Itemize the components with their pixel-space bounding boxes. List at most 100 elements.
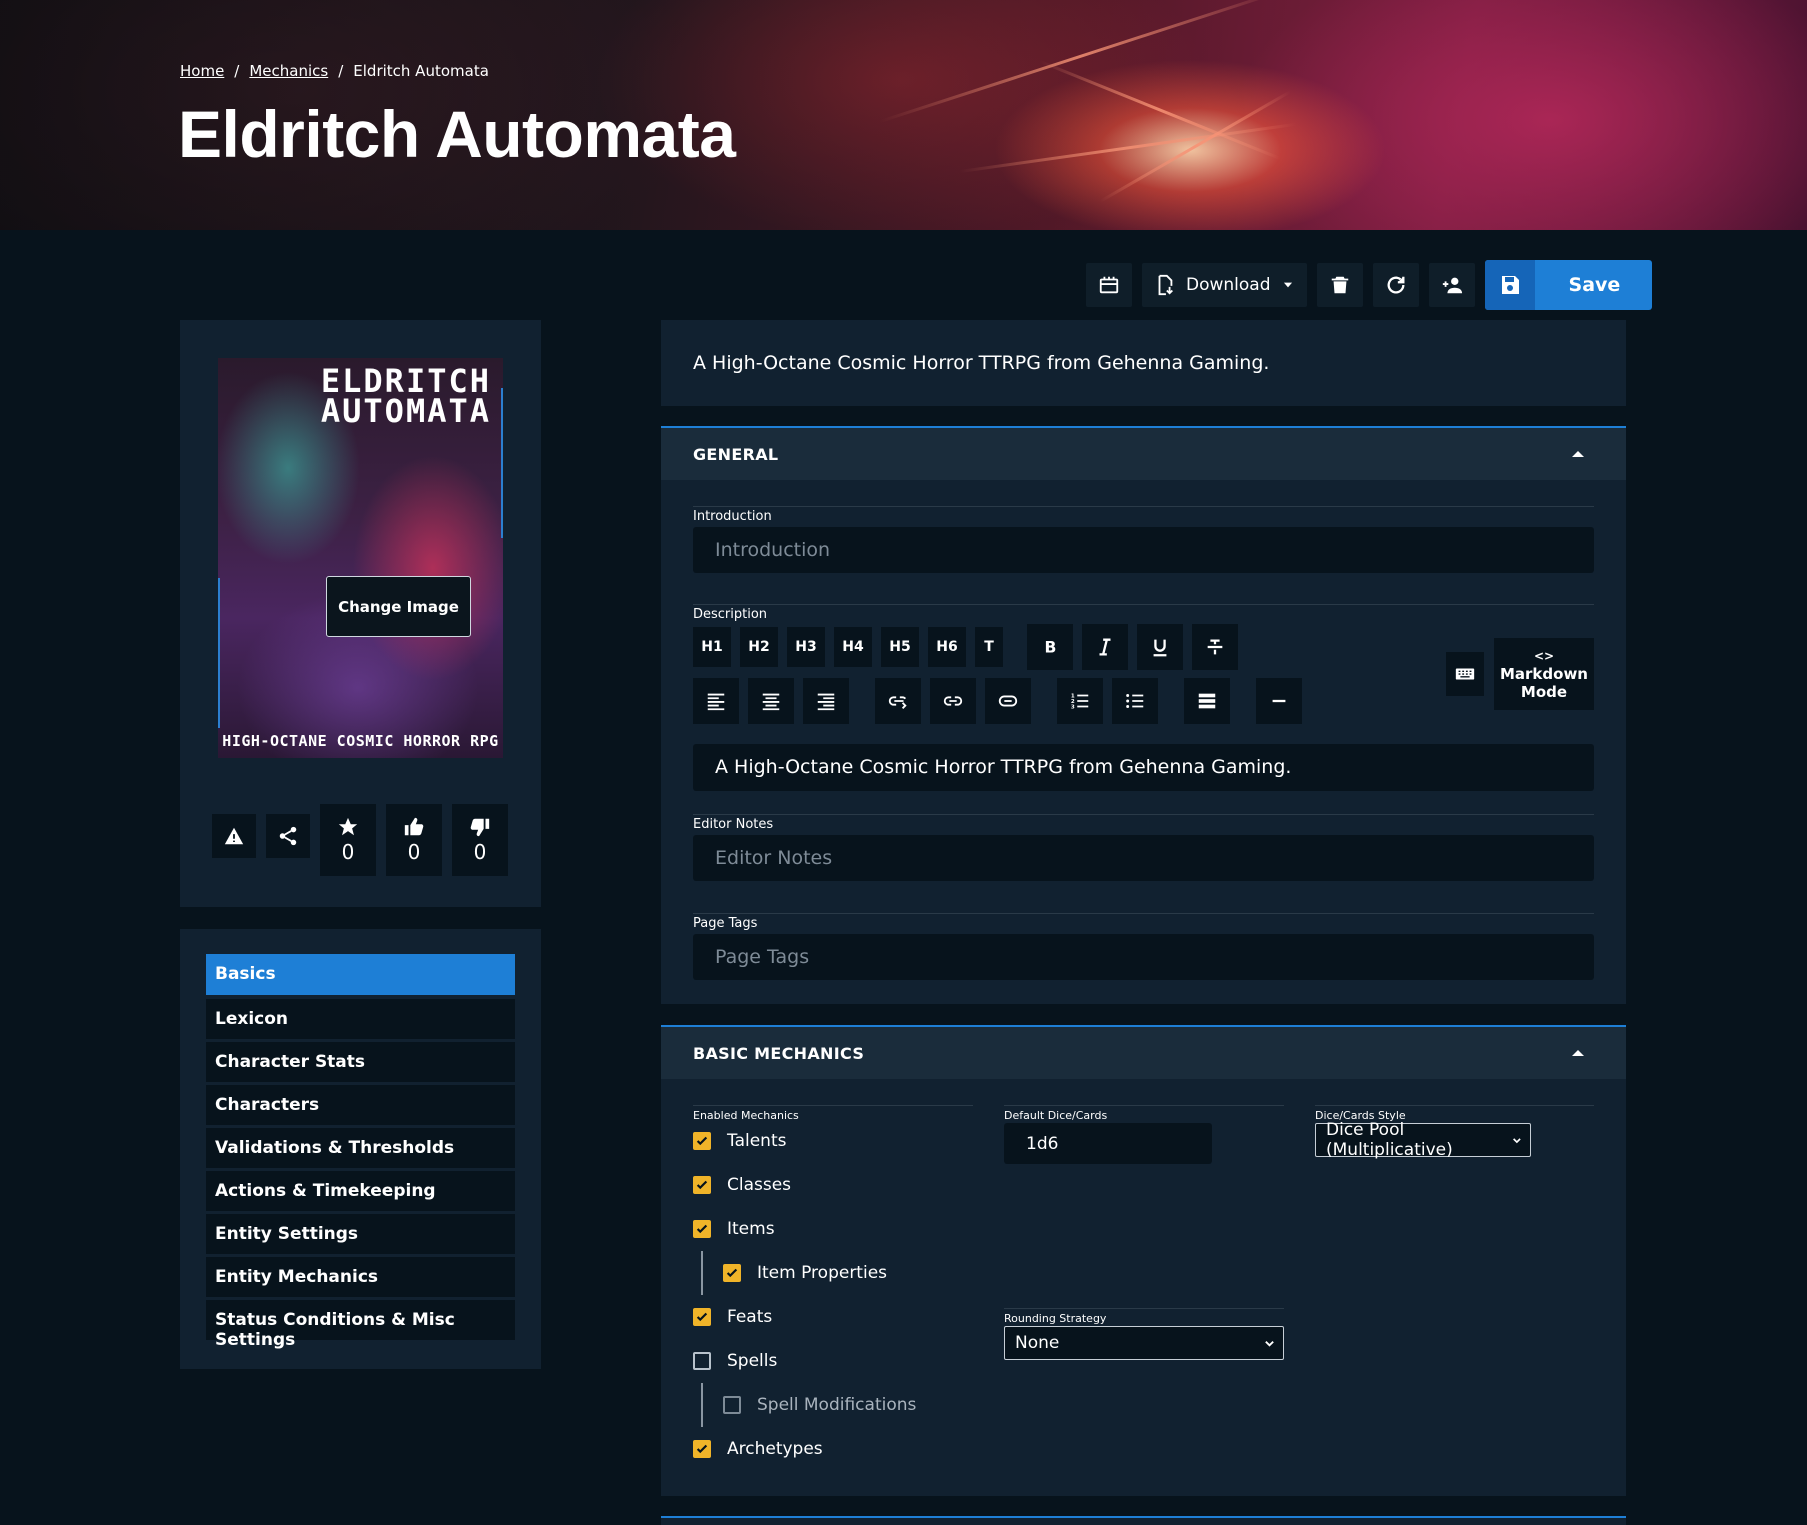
like-button[interactable]: 0 [386, 804, 442, 876]
link-internal-button[interactable] [875, 678, 921, 724]
feats-checkbox-row[interactable]: Feats [693, 1295, 973, 1339]
add-user-icon [1442, 277, 1462, 294]
h5-button[interactable]: H5 [881, 627, 919, 667]
refresh-button[interactable] [1372, 263, 1419, 307]
classes-checkbox-row[interactable]: Classes [693, 1163, 973, 1207]
favorite-button[interactable]: 0 [320, 804, 376, 876]
attachment-button[interactable] [985, 678, 1031, 724]
checkbox-label: Talents [727, 1131, 787, 1151]
summary-text: A High-Octane Cosmic Horror TTRPG from G… [661, 320, 1626, 406]
select-value: None [1015, 1333, 1060, 1353]
align-right-button[interactable] [803, 678, 849, 724]
general-section-header[interactable]: GENERAL [661, 428, 1626, 480]
share-button[interactable] [266, 814, 310, 858]
description-content[interactable]: A High-Octane Cosmic Horror TTRPG from G… [693, 744, 1594, 791]
nav-item-entity-settings[interactable]: Entity Settings [206, 1214, 515, 1254]
spells-checkbox-row[interactable]: Spells [693, 1339, 973, 1383]
cover-subtitle: HIGH-OCTANE COSMIC HORROR RPG [222, 732, 499, 750]
report-button[interactable] [212, 814, 256, 858]
nav-item-validations-thresholds[interactable]: Validations & Thresholds [206, 1128, 515, 1168]
field-label: Editor Notes [693, 814, 1594, 835]
h6-button[interactable]: H6 [928, 627, 966, 667]
heading-buttons: H1 H2 H3 H4 H5 H6 T B [693, 624, 1247, 670]
checkbox-label: Feats [727, 1307, 773, 1327]
align-center-button[interactable] [748, 678, 794, 724]
rounding-strategy-select[interactable]: None [1004, 1326, 1284, 1360]
link-icon [943, 696, 963, 706]
collapse-icon[interactable] [1572, 1050, 1584, 1056]
breadcrumb-mechanics[interactable]: Mechanics [249, 62, 328, 80]
italic-button[interactable] [1082, 624, 1128, 670]
nav-item-basics[interactable]: Basics [206, 954, 515, 995]
underline-icon [1153, 639, 1167, 657]
item-properties-checkbox-row[interactable]: Item Properties [723, 1251, 973, 1295]
change-image-button[interactable]: Change Image [326, 576, 471, 637]
spell-modifications-checkbox-row[interactable]: Spell Modifications [723, 1383, 973, 1427]
download-button[interactable]: Download [1142, 263, 1307, 307]
save-button[interactable]: Save [1484, 260, 1653, 310]
default-dice-input[interactable]: 1d6 [1004, 1123, 1212, 1164]
thumbs-up-icon [404, 817, 424, 836]
text-button[interactable]: T [975, 627, 1003, 667]
dice-style-select[interactable]: Dice Pool (Multiplicative) [1315, 1120, 1531, 1160]
horizontal-rule-button[interactable] [1256, 678, 1302, 724]
checkbox-label: Spells [727, 1351, 778, 1371]
hero-banner: Home / Mechanics / Eldritch Automata Eld… [0, 0, 1807, 230]
checkbox-checked[interactable] [693, 1132, 711, 1150]
bold-button[interactable]: B [1027, 624, 1073, 670]
format-buttons: 123 [693, 678, 1311, 724]
checkbox-checked[interactable] [723, 1264, 741, 1282]
h2-button[interactable]: H2 [740, 627, 778, 667]
basic-mechanics-header[interactable]: BASIC MECHANICS [661, 1027, 1626, 1079]
link-arrow-icon [888, 696, 907, 709]
nav-item-lexicon[interactable]: Lexicon [206, 999, 515, 1039]
default-dice-label: Default Dice/Cards [1004, 1105, 1284, 1123]
ordered-list-button[interactable]: 123 [1057, 678, 1103, 724]
nav-item-entity-mechanics[interactable]: Entity Mechanics [206, 1257, 515, 1297]
field-label: Introduction [693, 506, 1594, 527]
star-icon [338, 817, 358, 836]
dislike-button[interactable]: 0 [452, 804, 508, 876]
keyboard-button[interactable] [1446, 652, 1484, 696]
editor-notes-input[interactable] [693, 835, 1594, 881]
introduction-input[interactable] [693, 527, 1594, 573]
nav-item-characters[interactable]: Characters [206, 1085, 515, 1125]
spells-sub-options: Spell Modifications [701, 1383, 973, 1427]
bold-icon: B [1045, 639, 1057, 657]
nav-item-status-conditions[interactable]: Status Conditions & Misc Settings [206, 1300, 515, 1350]
nav-item-actions-timekeeping[interactable]: Actions & Timekeeping [206, 1171, 515, 1211]
align-left-icon [707, 693, 725, 711]
keyboard-icon [1455, 668, 1475, 680]
nav-item-character-stats[interactable]: Character Stats [206, 1042, 515, 1082]
items-checkbox-row[interactable]: Items [693, 1207, 973, 1251]
checkbox-unchecked[interactable] [693, 1352, 711, 1370]
checkbox-disabled[interactable] [723, 1396, 741, 1414]
h3-button[interactable]: H3 [787, 627, 825, 667]
dislike-count: 0 [473, 840, 487, 864]
page-tags-input[interactable] [693, 934, 1594, 980]
delete-button[interactable] [1316, 263, 1363, 307]
h4-button[interactable]: H4 [834, 627, 872, 667]
archetypes-checkbox-row[interactable]: Archetypes [693, 1427, 973, 1471]
link-button[interactable] [930, 678, 976, 724]
block-button[interactable] [1184, 678, 1230, 724]
collapse-icon[interactable] [1572, 451, 1584, 457]
strikethrough-button[interactable] [1192, 624, 1238, 670]
checkbox-checked[interactable] [693, 1176, 711, 1194]
align-left-button[interactable] [693, 678, 739, 724]
bullet-list-button[interactable] [1112, 678, 1158, 724]
like-count: 0 [407, 840, 421, 864]
markdown-mode-button[interactable]: <> Markdown Mode [1494, 638, 1594, 710]
breadcrumb-home[interactable]: Home [180, 62, 224, 80]
talents-checkbox-row[interactable]: Talents [693, 1119, 973, 1163]
checkbox-checked[interactable] [693, 1308, 711, 1326]
breadcrumb: Home / Mechanics / Eldritch Automata [180, 62, 489, 80]
bookshelf-button[interactable] [1086, 263, 1132, 307]
svg-text:3: 3 [1071, 704, 1075, 710]
items-sub-options: Item Properties [701, 1251, 973, 1295]
add-user-button[interactable] [1428, 263, 1475, 307]
checkbox-checked[interactable] [693, 1440, 711, 1458]
checkbox-checked[interactable] [693, 1220, 711, 1238]
underline-button[interactable] [1137, 624, 1183, 670]
h1-button[interactable]: H1 [693, 627, 731, 667]
